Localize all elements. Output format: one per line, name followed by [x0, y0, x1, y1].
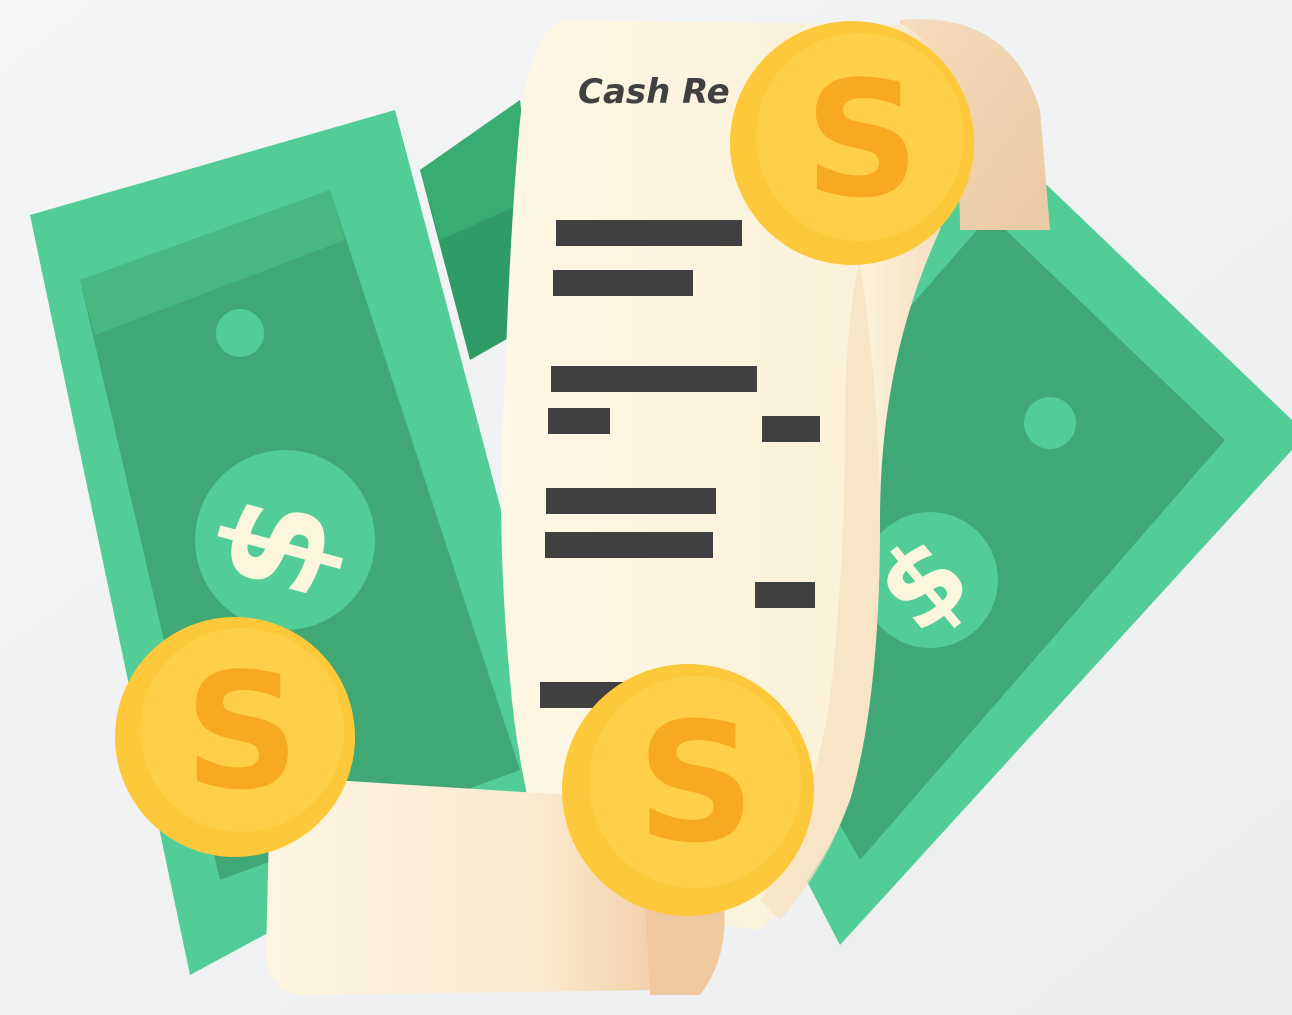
receipt-line — [545, 532, 713, 558]
coin-icon: S — [562, 664, 814, 916]
receipt-line — [553, 270, 693, 296]
receipt-line — [755, 582, 815, 608]
receipt-line — [551, 366, 757, 392]
dollar-sign-icon: S — [637, 687, 756, 879]
dollar-sign-icon: S — [804, 46, 919, 233]
coin-icon: S — [730, 21, 974, 265]
bill-dot-icon — [1024, 397, 1076, 449]
receipt-line — [546, 488, 716, 514]
illustration-canvas: $ $ Cash Re S S S — [0, 0, 1292, 1015]
receipt-line — [556, 220, 742, 246]
coin-icon: S — [115, 617, 355, 857]
bill-dot-icon — [216, 309, 264, 357]
dollar-sign-icon: S — [184, 638, 299, 825]
receipt-line — [548, 408, 610, 434]
cash-receipt-illustration: $ $ Cash Re S S S — [0, 0, 1292, 1015]
receipt-title: Cash Re — [578, 72, 730, 112]
receipt-line — [762, 416, 820, 442]
